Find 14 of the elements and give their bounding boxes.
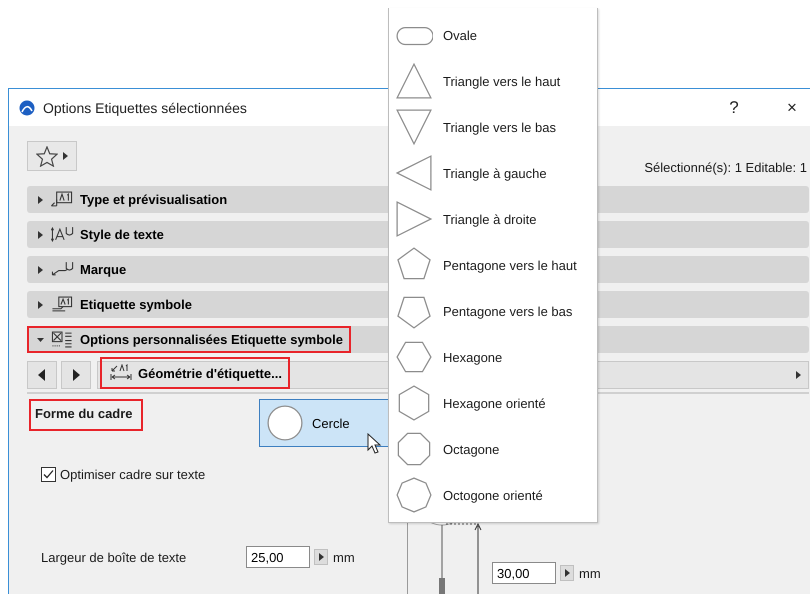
unit-label: mm: [579, 566, 601, 580]
checkbox-label: Optimiser cadre sur texte: [60, 467, 206, 482]
frame-shape-value: Cercle: [312, 416, 351, 430]
page-title: Géométrie d'étiquette...: [138, 366, 282, 380]
section-title: Type et prévisualisation: [80, 192, 228, 207]
section-title: Marque: [80, 262, 126, 277]
unit-label: mm: [333, 550, 355, 564]
section-title: Options personnalisées Etiquette symbole: [80, 332, 343, 347]
field-label: Largeur de boîte de texte: [41, 550, 188, 564]
frame-shape-label: Forme du cadre: [29, 399, 143, 431]
section-title: Style de texte: [80, 227, 164, 242]
section-title: Etiquette symbole: [80, 297, 192, 312]
window-title: Options Etiquettes sélectionnées: [43, 100, 248, 116]
selection-info: Sélectionné(s): 1 Editable: 1: [644, 160, 807, 174]
